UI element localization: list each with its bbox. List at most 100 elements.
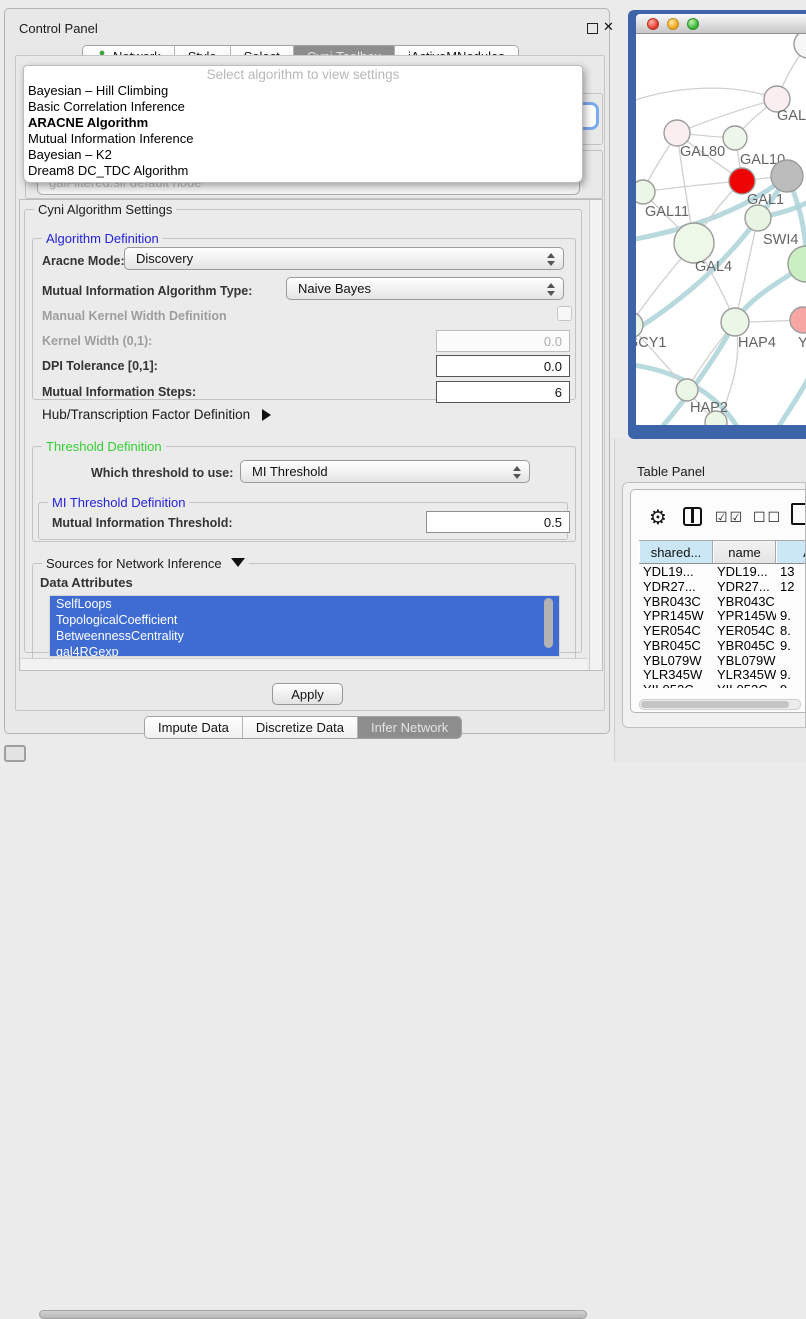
node-Y[interactable] (790, 307, 806, 333)
mini-grip-button[interactable] (4, 745, 26, 762)
node-GAL4[interactable] (674, 223, 714, 263)
table-row[interactable]: YDL19...YDL19...13 (639, 564, 806, 579)
dropdown-item[interactable]: Mutual Information Inference (24, 131, 582, 147)
dropdown-item[interactable]: Bayesian – K2 (24, 147, 582, 163)
node-label: GAL (777, 108, 806, 124)
table-row[interactable]: YBL079WYBL079W (639, 653, 806, 668)
horizontal-scroll-thumb[interactable] (39, 1310, 587, 1319)
table-row[interactable]: YBR043CYBR043C (639, 594, 806, 609)
attributes-list-scrollbar[interactable] (544, 598, 553, 648)
table-cell: YLR345W (713, 667, 776, 682)
node-label: GAL4 (695, 259, 732, 275)
network-window-titlebar[interactable] (636, 14, 806, 34)
column-header-A[interactable]: A (776, 541, 806, 563)
node-label: Y (798, 335, 806, 351)
close-icon[interactable]: ✕ (603, 19, 614, 35)
node-HAP4[interactable] (721, 308, 749, 336)
float-window-icon[interactable] (587, 23, 598, 34)
dropdown-placeholder: Select algorithm to view settings (24, 66, 582, 83)
table-cell: YDR27... (713, 579, 776, 594)
control-panel-window: Control Panel ✕ NetworkStyleSelectCyni T… (4, 8, 610, 734)
dropdown-item[interactable]: Basic Correlation Inference (24, 99, 582, 115)
node-unlabeled[interactable] (794, 34, 806, 58)
column-header-name[interactable]: name (713, 541, 776, 563)
dropdown-item[interactable]: Bayesian – Hill Climbing (24, 83, 582, 99)
aracne-mode-combo[interactable]: Discovery (124, 247, 564, 270)
gray-edge[interactable] (677, 99, 777, 133)
node-GAL11[interactable] (636, 180, 655, 204)
combo-spinner-icon (547, 282, 555, 297)
table-body: YDL19...YDL19...13YDR27...YDR27...12YBR0… (639, 564, 806, 688)
node-label: HAP4 (738, 335, 776, 351)
mi-threshold-group-title: MI Threshold Definition (48, 495, 189, 510)
table-row[interactable]: YIL052CYIL052C9. (639, 682, 806, 688)
node-GAL10[interactable] (723, 126, 747, 150)
node-GAL1[interactable] (729, 168, 755, 194)
dropdown-item[interactable]: Dream8 DC_TDC Algorithm (24, 163, 582, 179)
table-scroll-thumb[interactable] (641, 701, 789, 708)
close-traffic-light-icon[interactable] (647, 18, 659, 30)
settings-horizontal-scrollbar[interactable] (21, 658, 587, 670)
node-unlabeled[interactable] (771, 160, 803, 192)
document-icon[interactable] (791, 503, 806, 525)
algorithm-dropdown-popup: Select algorithm to view settings Bayesi… (23, 65, 583, 183)
table-cell: YER054C (639, 623, 713, 638)
column-header-shared[interactable]: shared... (639, 541, 713, 563)
table-row[interactable]: YBR045CYBR045C9. (639, 638, 806, 653)
bottom-tab-label: Impute Data (158, 720, 229, 735)
dropdown-item[interactable]: ARACNE Algorithm (24, 115, 582, 131)
node-GAL80[interactable] (664, 120, 690, 146)
hub-definition-expander[interactable]: Hub/Transcription Factor Definition (42, 407, 271, 422)
table-row[interactable]: YLR345WYLR345W9. (639, 668, 806, 683)
bottom-tab-label: Infer Network (371, 720, 448, 735)
attribute-list-item[interactable]: BetweennessCentrality (50, 628, 559, 644)
cyni-algorithm-settings-title: Cyni Algorithm Settings (34, 202, 176, 217)
dpi-tolerance-field[interactable]: 0.0 (436, 355, 570, 377)
settings-vertical-scrollbar[interactable] (589, 200, 602, 670)
node-HAP2[interactable] (676, 379, 698, 401)
gray-edge[interactable] (643, 181, 742, 192)
mi-threshold-field[interactable]: 0.5 (426, 511, 570, 533)
network-graph[interactable]: GALGAL80GAL10GAL1GAL11SWI4GAL4GCY1HAP4YH… (636, 34, 806, 425)
manual-kernel-checkbox[interactable] (557, 306, 572, 321)
manual-kernel-label: Manual Kernel Width Definition (42, 309, 227, 323)
table-cell: 13 (776, 564, 806, 579)
table-row[interactable]: YDR27...YDR27...12 (639, 579, 806, 594)
data-attributes-list[interactable]: SelfLoopsTopologicalCoefficientBetweenne… (49, 595, 560, 657)
node-label: SWI4 (763, 232, 798, 248)
attribute-list-item[interactable]: gal4RGexp (50, 644, 559, 657)
teal-edge[interactable] (774, 364, 806, 425)
network-canvas[interactable]: GALGAL80GAL10GAL1GAL11SWI4GAL4GCY1HAP4YH… (636, 34, 806, 425)
table-row[interactable]: YER054CYER054C8. (639, 623, 806, 638)
node-SWI4[interactable] (745, 205, 771, 231)
attribute-list-item[interactable]: TopologicalCoefficient (50, 612, 559, 628)
sources-group-title[interactable]: Sources for Network Inference (42, 556, 249, 571)
bottom-tab-infer-network[interactable]: Infer Network (358, 717, 461, 738)
checked-boxes-icon[interactable]: ☑☑ (715, 509, 744, 526)
mi-threshold-label: Mutual Information Threshold: (52, 516, 233, 530)
table-horizontal-scrollbar[interactable] (639, 699, 801, 710)
cyni-bottom-tabbar: Impute Data Discretize Data Infer Network (144, 716, 462, 739)
mi-type-combo[interactable]: Naive Bayes (286, 277, 564, 300)
gray-edge[interactable] (636, 88, 777, 104)
minimize-traffic-light-icon[interactable] (667, 18, 679, 30)
bottom-tab-discretize-data[interactable]: Discretize Data (243, 717, 358, 738)
threshold-definition-title: Threshold Definition (42, 439, 166, 454)
unchecked-boxes-icon[interactable]: ☐☐ (753, 509, 782, 526)
bottom-tab-impute-data[interactable]: Impute Data (145, 717, 243, 738)
gear-icon[interactable]: ⚙ (649, 505, 667, 530)
apply-button[interactable]: Apply (272, 683, 343, 705)
split-columns-icon[interactable] (683, 507, 702, 526)
node-label: GAL11 (645, 204, 689, 220)
table-row[interactable]: YPR145WYPR145W9. (639, 608, 806, 623)
mi-type-label: Mutual Information Algorithm Type: (42, 284, 252, 298)
table-cell: YPR145W (639, 608, 713, 623)
mi-steps-field[interactable]: 6 (436, 381, 570, 403)
kernel-width-field[interactable]: 0.0 (436, 330, 570, 352)
zoom-traffic-light-icon[interactable] (687, 18, 699, 30)
table-cell: YBL079W (639, 653, 713, 668)
aracne-mode-value: Discovery (136, 251, 193, 266)
attribute-list-item[interactable]: SelfLoops (50, 596, 559, 612)
teal-edge[interactable] (656, 264, 806, 425)
which-threshold-combo[interactable]: MI Threshold (240, 460, 530, 483)
